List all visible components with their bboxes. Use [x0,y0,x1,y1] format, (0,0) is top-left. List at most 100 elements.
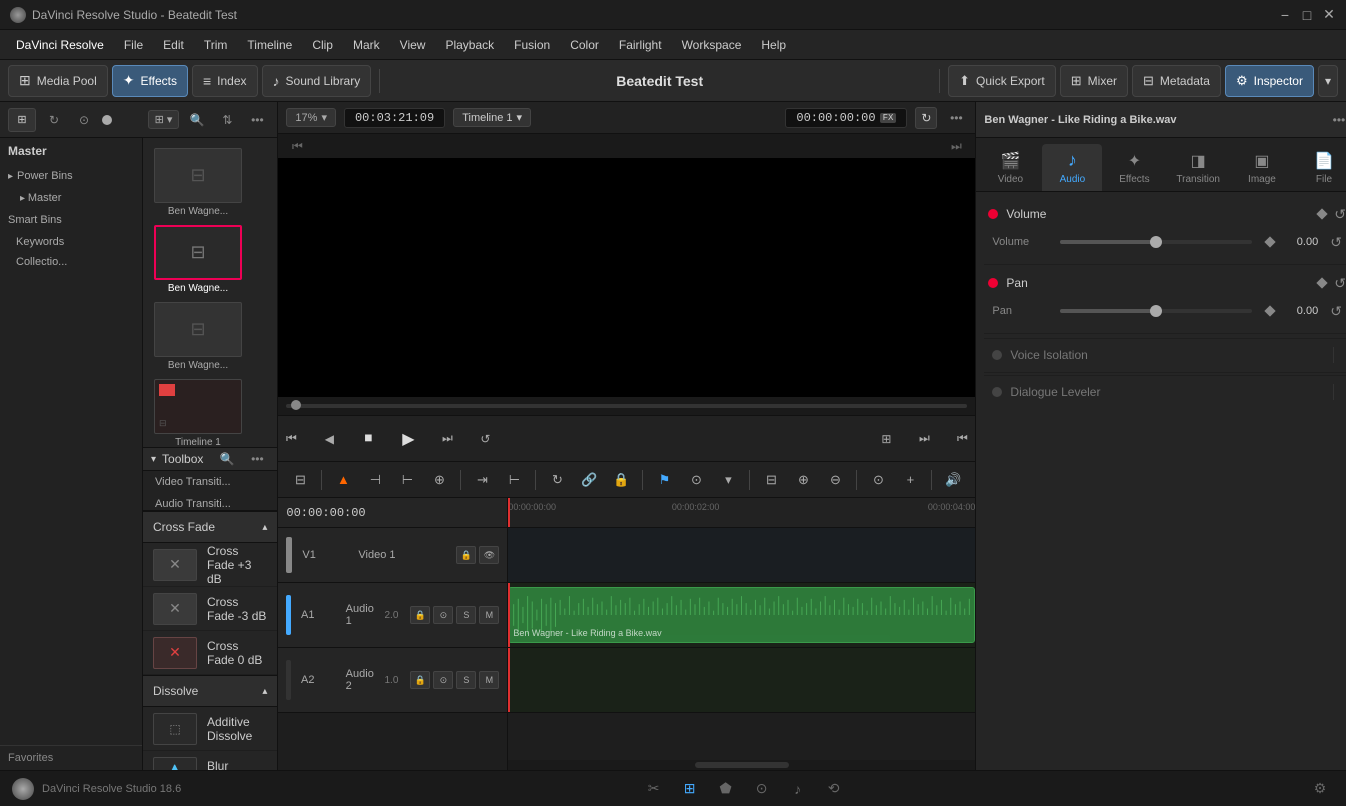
play-button[interactable]: ▶ [394,425,422,453]
inspector-more-button[interactable]: ••• [1328,109,1346,131]
sync-button[interactable]: ↻ [915,107,937,129]
more-button[interactable]: ••• [245,108,269,132]
settings-button[interactable]: ⚙ [1306,775,1334,803]
tab-effects[interactable]: ✦ Effects [1104,145,1164,191]
volume-active-dot[interactable] [988,209,998,219]
collections-item[interactable]: Collectio... [0,252,142,272]
a1-audio-clip[interactable]: Ben Wagner - Like Riding a Bike.wav [508,587,975,643]
fairlight-page-button[interactable]: ♪ [784,775,812,803]
link-button[interactable]: ↻ [42,108,66,132]
audio-marker-button[interactable]: ⊙ [864,467,892,493]
cross-fade-3db-item[interactable]: ✕ Cross Fade +3 dB [143,543,277,587]
insert-button[interactable]: ⇥ [468,467,496,493]
master-sub-item[interactable]: ▸ Master [0,188,142,208]
additive-dissolve-item[interactable]: ⬚ Additive Dissolve [143,707,277,751]
smart-bins-section[interactable]: Smart Bins [0,208,142,232]
color-page-button[interactable]: ⊙ [748,775,776,803]
scrollbar-thumb[interactable] [695,762,788,768]
timeline-thumbnail[interactable]: ⊟ Timeline 1 [153,379,243,448]
tab-image[interactable]: ▣ Image [1232,145,1292,191]
tab-transition[interactable]: ◨ Transition [1166,145,1230,191]
plus-button[interactable]: + [896,467,924,493]
menu-fairlight[interactable]: Fairlight [611,34,670,56]
link-button[interactable]: 🔗 [575,467,603,493]
video-transitions-item[interactable]: Video Transiti... [143,471,277,493]
menu-file[interactable]: File [116,34,151,56]
trim-in-button[interactable]: ⊣ [361,467,389,493]
a1-m-button[interactable]: M [479,606,499,624]
maximize-button[interactable]: □ [1300,8,1314,22]
cross-fade-header[interactable]: Cross Fade ▴ [143,511,277,543]
timeline-selector[interactable]: Timeline 1 ▾ [453,108,531,127]
menu-help[interactable]: Help [753,34,794,56]
menu-fusion[interactable]: Fusion [506,34,558,56]
selection-tool-button[interactable]: ▲ [329,467,357,493]
toolbar-dropdown-button[interactable]: ▾ [1318,65,1338,97]
volume-slider[interactable] [1060,240,1252,244]
stop-button[interactable]: ⏹ [354,425,382,453]
volume-reset-button[interactable]: ↺ [1334,206,1346,223]
quick-export-button[interactable]: ⬆ Quick Export [948,65,1056,97]
menu-timeline[interactable]: Timeline [239,34,300,56]
effects-button[interactable]: ✦ Effects [112,65,188,97]
dissolve-header[interactable]: Dissolve ▴ [143,675,277,707]
menu-edit[interactable]: Edit [155,34,192,56]
inspector-button[interactable]: ⚙ Inspector [1225,65,1314,97]
clip-thumbnail-1[interactable]: ⊟ Ben Wagne... [153,148,243,217]
dialogue-leveler-dot[interactable] [992,387,1002,397]
menu-davinci[interactable]: DaVinci Resolve [8,34,112,56]
color-flag-dropdown[interactable]: ▾ [714,467,742,493]
track-dest-button[interactable]: ⊟ [286,467,314,493]
deliver-page-button[interactable]: ⟲ [820,775,848,803]
tab-video[interactable]: 🎬 Video [980,145,1040,191]
search-button[interactable]: 🔍 [185,108,209,132]
history-button[interactable]: ⊙ [72,108,96,132]
toolbox-more-button[interactable]: ••• [245,448,269,470]
pan-slider-thumb[interactable] [1150,305,1162,317]
cut-page-button[interactable]: ✂ [640,775,668,803]
menu-playback[interactable]: Playback [437,34,502,56]
v1-eye-button[interactable]: 👁 [479,546,499,564]
razor-button[interactable]: ⊕ [425,467,453,493]
volume-slider-thumb[interactable] [1150,236,1162,248]
a2-camera-button[interactable]: ⊙ [433,671,453,689]
volume-keyframe-button[interactable] [1317,208,1328,219]
a1-camera-button[interactable]: ⊙ [433,606,453,624]
minimize-button[interactable]: − [1278,8,1292,22]
menu-color[interactable]: Color [562,34,607,56]
pan-section-header[interactable]: Pan ↺ [984,269,1346,297]
prev-frame-button[interactable]: ⏮ [278,426,304,452]
volume-value-reset[interactable]: ↺ [1330,234,1342,251]
pan-value-keyframe[interactable] [1265,305,1276,316]
voice-isolation-dot[interactable] [992,350,1002,360]
preview-more-button[interactable]: ••• [945,107,967,129]
toolbox-search-button[interactable]: 🔍 [215,448,239,470]
tab-file[interactable]: 📄 File [1294,145,1346,191]
tab-audio[interactable]: ♪ Audio [1042,144,1102,191]
metadata-button[interactable]: ⊟ Metadata [1132,65,1221,97]
scrub-handle[interactable] [291,400,301,410]
pan-keyframe-button[interactable] [1317,277,1328,288]
trim-out-button[interactable]: ⊢ [393,467,421,493]
mixer-button[interactable]: ⊞ Mixer [1060,65,1128,97]
a1-lock-button[interactable]: 🔒 [410,606,430,624]
volume-section-header[interactable]: Volume ↺ [984,200,1346,228]
zoom-in-button[interactable]: ⊕ [789,467,817,493]
speaker-button[interactable]: 🔊 [939,467,967,493]
flag-button[interactable]: ⚑ [650,467,678,493]
overwrite-button[interactable]: ⊢ [500,467,528,493]
audio-btn[interactable]: ⏮ [949,426,975,452]
clip-join-button[interactable]: ↻ [543,467,571,493]
menu-view[interactable]: View [392,34,434,56]
dialogue-leveler-section[interactable]: Dialogue Leveler [984,375,1346,407]
sort-button[interactable]: ⇅ [215,108,239,132]
clip-thumbnail-2[interactable]: ⊟ Ben Wagne... [153,225,243,294]
cross-fade-0db-item[interactable]: ✕ Cross Fade 0 dB [143,631,277,675]
preview-scrubber[interactable] [278,397,975,415]
volume-value-keyframe[interactable] [1265,236,1276,247]
loop-button[interactable]: ↺ [472,426,498,452]
pan-active-dot[interactable] [988,278,998,288]
a2-lock-button[interactable]: 🔒 [410,671,430,689]
zoom-fit-button[interactable]: ⊟ [757,467,785,493]
a2-m-button[interactable]: M [479,671,499,689]
